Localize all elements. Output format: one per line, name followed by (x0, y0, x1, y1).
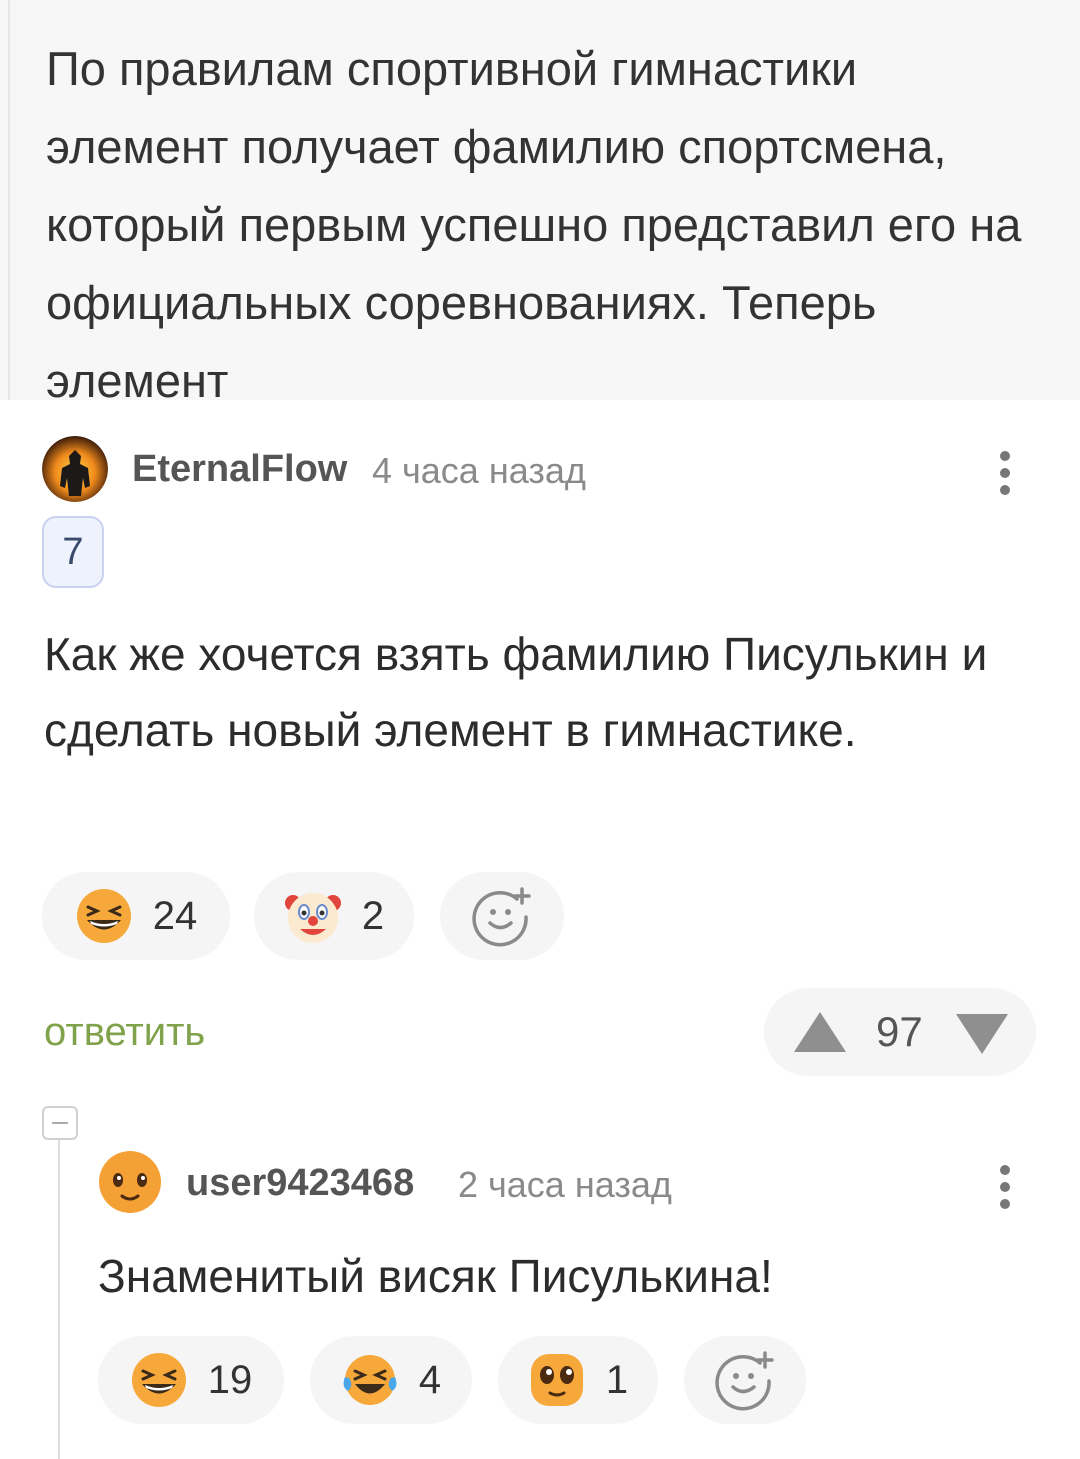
author-rating-badge: 7 (42, 516, 104, 588)
reaction-count: 2 (361, 893, 385, 938)
more-options-icon[interactable] (1000, 451, 1012, 502)
collapse-thread-button[interactable] (42, 1106, 78, 1140)
reaction-count: 1 (605, 1357, 629, 1402)
post-paragraph: По правилам спортивной гимнастики элемен… (46, 42, 1022, 400)
thread-line[interactable] (58, 1140, 60, 1459)
post-text-fragment: По правилам спортивной гимнастики элемен… (0, 0, 1080, 400)
comment-body: Знаменитый висяк Писулькина! (98, 1250, 773, 1302)
add-reaction-icon (715, 1351, 774, 1411)
grinning-squint-emoji-icon (131, 1353, 186, 1407)
comment-body: Как же хочется взять фамилию Писулькин и… (44, 628, 988, 756)
reply-comment-header: user9423468 2 часа назад (98, 1150, 1042, 1216)
reaction-tears-of-joy[interactable]: 4 (310, 1336, 472, 1424)
post-divider-line (8, 0, 10, 400)
reaction-count: 24 (152, 893, 198, 938)
reaction-pleading[interactable]: 1 (498, 1336, 658, 1424)
comment-timestamp: 2 часа назад (458, 1164, 672, 1205)
reaction-count: 4 (418, 1357, 442, 1402)
add-reaction-button[interactable] (440, 872, 564, 960)
comment-username[interactable]: user9423468 (186, 1162, 414, 1205)
upvote-icon[interactable] (792, 1010, 848, 1054)
clown-emoji-icon (284, 893, 341, 943)
comment-username[interactable]: EternalFlow (132, 448, 347, 491)
comment-timestamp: 4 часа назад (372, 450, 586, 491)
add-reaction-button[interactable] (684, 1336, 806, 1424)
avatar[interactable] (42, 436, 108, 502)
avatar[interactable] (98, 1150, 162, 1214)
add-reaction-icon (472, 887, 531, 947)
reaction-count: 19 (207, 1357, 253, 1402)
pleading-emoji-icon (530, 1354, 583, 1406)
downvote-icon[interactable] (954, 1012, 1010, 1056)
reaction-clown[interactable]: 2 (254, 872, 414, 960)
comment-header: EternalFlow 4 часа назад (42, 436, 1042, 502)
more-options-icon[interactable] (1000, 1165, 1012, 1216)
reaction-grinning[interactable]: 19 (98, 1336, 284, 1424)
tears-of-joy-emoji-icon (343, 1355, 397, 1405)
vote-count: 97 (876, 1008, 923, 1055)
reaction-grinning[interactable]: 24 (42, 872, 230, 960)
grinning-squint-emoji-icon (76, 889, 131, 943)
vote-widget: 97 (764, 988, 1036, 1076)
reply-link[interactable]: ответить (44, 1010, 205, 1055)
